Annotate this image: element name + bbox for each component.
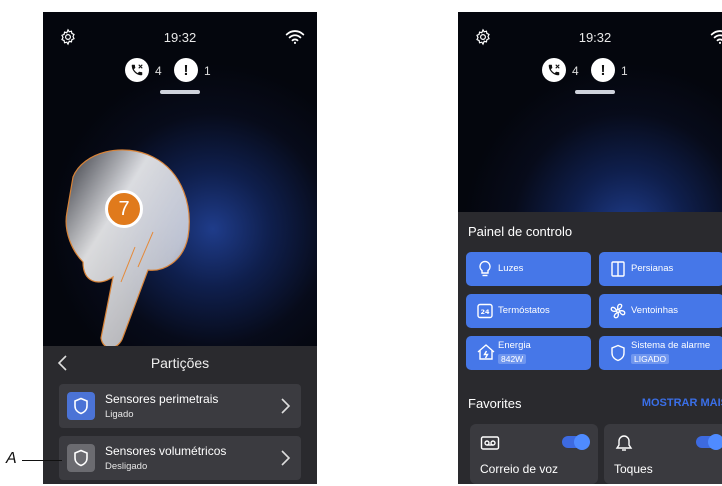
voicemail-toggle[interactable] [562, 434, 590, 450]
alerts-count: 1 [204, 64, 211, 78]
missed-calls-count: 4 [155, 64, 162, 78]
wifi-icon [710, 30, 722, 44]
partition-item-perimeter[interactable]: Sensores perimetrais Ligado [59, 384, 301, 428]
partition-status: Desligado [105, 461, 148, 472]
shield-icon [611, 344, 625, 362]
missed-call-icon[interactable] [542, 58, 566, 82]
wifi-icon [285, 30, 305, 44]
favorite-label: Correio de voz [480, 462, 559, 476]
tile-fans[interactable]: Ventoinhas [599, 294, 722, 328]
partition-item-volumetric[interactable]: Sensores volumétricos Desligado [59, 436, 301, 480]
control-panel-title: Painel de controlo [468, 224, 573, 239]
tile-shutters[interactable]: Persianas [599, 252, 722, 286]
favorite-card-ringtones[interactable]: Toques [604, 424, 722, 484]
alert-icon[interactable]: ! [174, 58, 198, 82]
tile-value-badge: 842W [498, 354, 527, 364]
shutter-icon [611, 261, 625, 277]
show-more-link[interactable]: MOSTRAR MAIS [642, 397, 722, 409]
right-phone-screen: 19:32 4 ! 1 Painel de controlo Luzes Per… [458, 12, 722, 484]
panel-title: Partições [150, 355, 210, 371]
bell-icon [615, 435, 633, 451]
thermostat-icon: 24 [477, 303, 493, 319]
ringtones-toggle[interactable] [696, 434, 722, 450]
chevron-right-icon [281, 450, 291, 466]
missed-calls-count: 4 [572, 64, 579, 78]
tile-alarm-system[interactable]: Sistema de alarme LIGADO [599, 336, 722, 370]
favorite-card-voicemail[interactable]: Correio de voz [470, 424, 598, 484]
alerts-count: 1 [621, 64, 628, 78]
notification-row: 4 ! 1 [43, 58, 317, 84]
callout-label: A [6, 450, 17, 467]
tile-lights[interactable]: Luzes [466, 252, 591, 286]
partition-shield-icon [67, 392, 95, 420]
favorite-label: Toques [614, 462, 653, 476]
tile-energy[interactable]: Energia 842W [466, 336, 591, 370]
tile-label: Persianas [631, 263, 674, 274]
clock: 19:32 [163, 30, 197, 45]
status-bar: 19:32 [43, 26, 317, 50]
house-energy-icon [477, 344, 495, 360]
alert-icon[interactable]: ! [591, 58, 615, 82]
partition-name: Sensores perimetrais [105, 392, 219, 406]
tile-status-badge: LIGADO [631, 354, 670, 364]
clock: 19:32 [578, 30, 612, 45]
bulb-icon [479, 260, 491, 277]
favorites-title: Favorites [468, 396, 522, 411]
drag-handle[interactable] [160, 90, 200, 94]
tile-label: Ventoinhas [631, 305, 679, 316]
hand-gesture-illustration [65, 149, 190, 349]
status-bar: 19:32 [458, 26, 722, 50]
partition-status: Ligado [105, 409, 134, 420]
partitions-panel: Partições Sensores perimetrais Ligado Se… [43, 346, 317, 484]
callout-line [22, 460, 62, 461]
chevron-right-icon [281, 398, 291, 414]
step-badge: 7 [105, 190, 143, 228]
partition-shield-icon [67, 444, 95, 472]
tile-label: Sistema de alarme [631, 340, 711, 351]
left-phone-screen: 19:32 4 ! 1 7 Partições Sensores perimet… [43, 12, 317, 484]
missed-call-icon[interactable] [125, 58, 149, 82]
tile-label: Termóstatos [498, 305, 550, 316]
notification-row: 4 ! 1 [458, 58, 722, 84]
fan-icon [610, 303, 626, 319]
svg-text:24: 24 [480, 308, 490, 316]
tile-thermostats[interactable]: 24 Termóstatos [466, 294, 591, 328]
partition-name: Sensores volumétricos [105, 444, 227, 458]
voicemail-icon [480, 436, 500, 450]
tile-label: Luzes [498, 263, 524, 274]
drag-handle[interactable] [575, 90, 615, 94]
tile-label: Energia [498, 340, 531, 351]
control-panel: Painel de controlo Luzes Persianas 24 Te… [458, 212, 722, 484]
